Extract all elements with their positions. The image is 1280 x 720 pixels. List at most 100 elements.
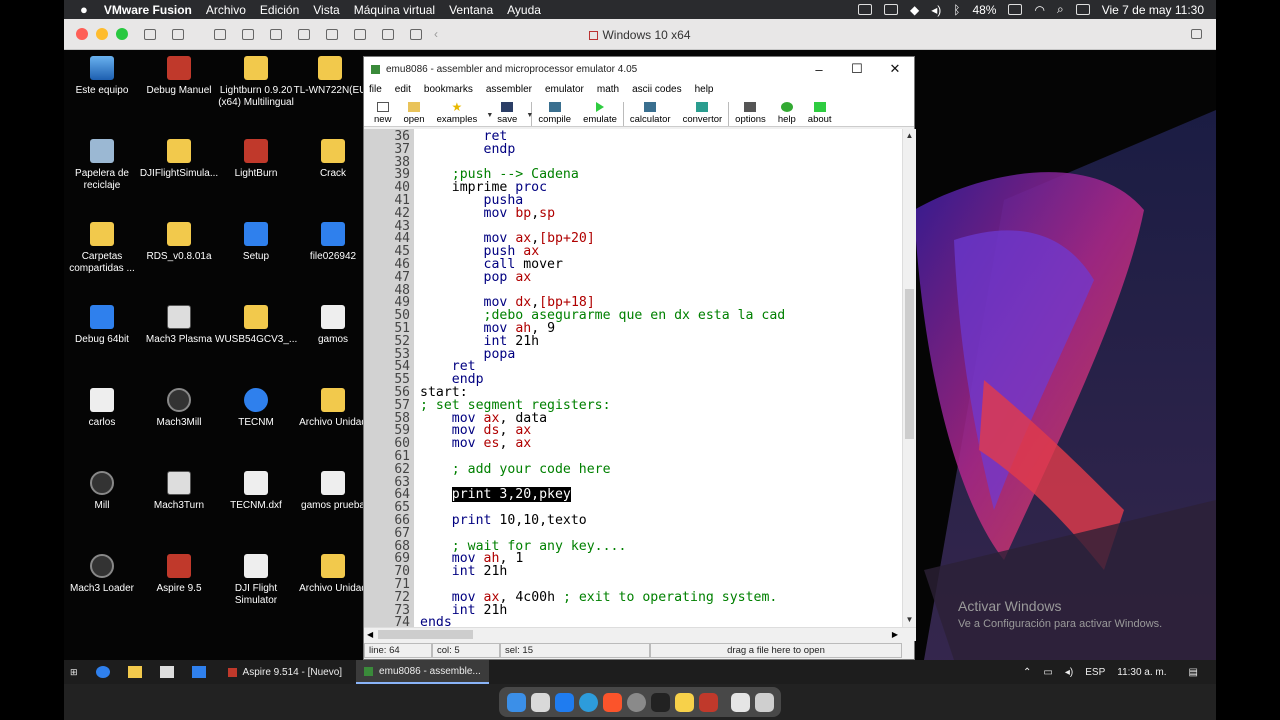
- code-line[interactable]: ; add your code here: [420, 462, 611, 477]
- trash-icon[interactable]: [754, 692, 774, 712]
- battery-percent[interactable]: 48%: [972, 3, 996, 17]
- volume-icon[interactable]: ◂): [931, 3, 941, 17]
- launchpad-icon[interactable]: [530, 692, 550, 712]
- desktop-icon-mach3-loader[interactable]: Mach3 Loader: [64, 554, 143, 595]
- pause-icon[interactable]: [144, 28, 156, 40]
- calculator-button[interactable]: calculator: [624, 102, 677, 126]
- vmware-dock-icon[interactable]: [698, 692, 718, 712]
- tray-chevron-up-icon[interactable]: ⌃: [1023, 667, 1031, 678]
- menu-file[interactable]: file: [369, 84, 382, 95]
- restore-icon[interactable]: [1191, 29, 1202, 39]
- terminal-icon[interactable]: [650, 692, 670, 712]
- desktop-icon-dji-flight-simulator[interactable]: DJI Flight Simulator: [215, 554, 297, 607]
- vmware-status-icon[interactable]: [883, 4, 898, 15]
- maximize-button[interactable]: ☐: [838, 61, 876, 77]
- compile-button[interactable]: compile: [532, 102, 577, 126]
- desktop-icon-tl-wn722n[interactable]: TL-WN722N(EU: [292, 56, 368, 97]
- disk-icon[interactable]: [270, 28, 282, 40]
- scroll-down-icon[interactable]: ▼: [903, 613, 916, 627]
- taskbar-clock[interactable]: 11:30 a. m.: [1117, 667, 1166, 678]
- taskbar-app-emu8086[interactable]: emu8086 - assemble...: [356, 660, 489, 684]
- desktop-icon-debug-manuel[interactable]: Debug Manuel: [138, 56, 220, 97]
- wifi-icon[interactable]: ◠: [1034, 3, 1044, 17]
- edge-taskbar-icon[interactable]: [95, 666, 110, 678]
- finder-icon[interactable]: [506, 692, 526, 712]
- store-icon[interactable]: [159, 666, 174, 678]
- code-line[interactable]: mov bp,sp: [420, 206, 556, 221]
- menu-ayuda[interactable]: Ayuda: [507, 3, 541, 17]
- screen-record-icon[interactable]: [857, 4, 872, 15]
- desktop-icon-setup[interactable]: Setup: [215, 222, 297, 263]
- code-editor[interactable]: 36 37 38 39 40 41 42 43 44 45 46 47 48 49 50 51 52 53 54 55…: [364, 129, 916, 627]
- search-icon[interactable]: ⌕: [1057, 2, 1064, 17]
- save-button[interactable]: save ▼: [491, 102, 533, 126]
- menu-archivo[interactable]: Archivo: [206, 3, 246, 17]
- desktop-icon-tecnm-dxf[interactable]: TECNM.dxf: [215, 471, 297, 512]
- safari-icon[interactable]: [578, 692, 598, 712]
- desktop-icon-papelera[interactable]: Papelera de reciclaje: [64, 139, 143, 192]
- dropbox-icon[interactable]: ◆: [910, 3, 919, 17]
- code-line[interactable]: endp: [420, 142, 516, 157]
- desktop-icon-djiflightsimula[interactable]: DJIFlightSimula...: [138, 139, 220, 180]
- menu-edit[interactable]: edit: [395, 84, 411, 95]
- emulate-button[interactable]: emulate: [577, 102, 624, 126]
- desktop-icon-mach3turn[interactable]: Mach3Turn: [138, 471, 220, 512]
- minimize-button[interactable]: –: [800, 62, 838, 77]
- desktop-icon-wusb54gcv3[interactable]: WUSB54GCV3_...: [215, 305, 297, 346]
- options-button[interactable]: options: [729, 102, 772, 126]
- camera-icon[interactable]: [354, 28, 366, 40]
- menu-bookmarks[interactable]: bookmarks: [424, 84, 473, 95]
- close-button[interactable]: ✕: [876, 61, 914, 77]
- taskbar-app-aspire[interactable]: Aspire 9.514 - [Nuevo]: [220, 660, 351, 684]
- h-scroll-thumb[interactable]: [378, 630, 473, 639]
- desktop-icon-carlos[interactable]: carlos: [64, 388, 143, 429]
- desktop-icon-lightburn[interactable]: LightBurn: [215, 139, 297, 180]
- examples-button[interactable]: ★ examples ▼: [431, 101, 494, 126]
- snapshot-icon[interactable]: [172, 28, 184, 40]
- menu-vista[interactable]: Vista: [313, 3, 339, 17]
- apple-menu-icon[interactable]: ●: [80, 2, 88, 17]
- settings-icon[interactable]: [214, 28, 226, 40]
- horizontal-scrollbar[interactable]: ◀ ▶: [364, 627, 916, 641]
- menu-emulator[interactable]: emulator: [545, 84, 584, 95]
- app-store-icon[interactable]: [554, 692, 574, 712]
- usb-icon[interactable]: [382, 28, 394, 40]
- notes-icon[interactable]: [674, 692, 694, 712]
- code-line[interactable]: int 21h: [420, 564, 508, 579]
- minimize-window-button[interactable]: [96, 28, 108, 40]
- menu-assembler[interactable]: assembler: [486, 84, 532, 95]
- chevron-left-icon[interactable]: ‹: [434, 27, 438, 41]
- desktop-icon-gamos-prueba[interactable]: gamos prueba: [292, 471, 374, 512]
- task-view-icon[interactable]: ⊞: [70, 667, 78, 678]
- app-menu[interactable]: VMware Fusion: [104, 3, 192, 17]
- open-button[interactable]: open: [397, 102, 430, 126]
- code-line[interactable]: ends: [420, 615, 452, 627]
- scroll-left-icon[interactable]: ◀: [367, 628, 373, 642]
- menu-edicion[interactable]: Edición: [260, 3, 299, 17]
- code-line[interactable]: mov es, ax: [420, 436, 531, 451]
- help-button[interactable]: help: [772, 102, 802, 126]
- scroll-right-icon[interactable]: ▶: [892, 628, 898, 642]
- control-center-icon[interactable]: [1075, 4, 1090, 15]
- user-icon[interactable]: [298, 28, 310, 40]
- desktop-icon-este-equipo[interactable]: Este equipo: [64, 56, 143, 97]
- mail-icon[interactable]: [191, 666, 206, 678]
- sound-icon[interactable]: [326, 28, 338, 40]
- convertor-button[interactable]: convertor: [677, 102, 730, 126]
- desktop-icon-aspire[interactable]: Aspire 9.5: [138, 554, 220, 595]
- desktop-icon-crack[interactable]: Crack: [292, 139, 374, 180]
- desktop-icon-tecnm[interactable]: TECNM: [215, 388, 297, 429]
- desktop-icon-rds[interactable]: RDS_v0.8.01a: [138, 222, 220, 263]
- vertical-scrollbar[interactable]: ▲ ▼: [902, 129, 916, 627]
- close-window-button[interactable]: [76, 28, 88, 40]
- menu-maquina-virtual[interactable]: Máquina virtual: [354, 3, 435, 17]
- menu-help[interactable]: help: [695, 84, 714, 95]
- scroll-up-icon[interactable]: ▲: [903, 129, 916, 143]
- bluetooth-icon[interactable]: ᛒ: [953, 3, 960, 17]
- about-button[interactable]: about: [802, 102, 838, 126]
- menu-math[interactable]: math: [597, 84, 619, 95]
- desktop-icon-mach3mill[interactable]: Mach3Mill: [138, 388, 220, 429]
- code-line[interactable]: pop ax: [420, 270, 532, 285]
- desktop-icon-lightburn-folder[interactable]: Lightburn 0.9.20 (x64) Multilingual: [215, 56, 297, 109]
- desktop-icon-mach3-plasma[interactable]: Mach3 Plasma: [138, 305, 220, 346]
